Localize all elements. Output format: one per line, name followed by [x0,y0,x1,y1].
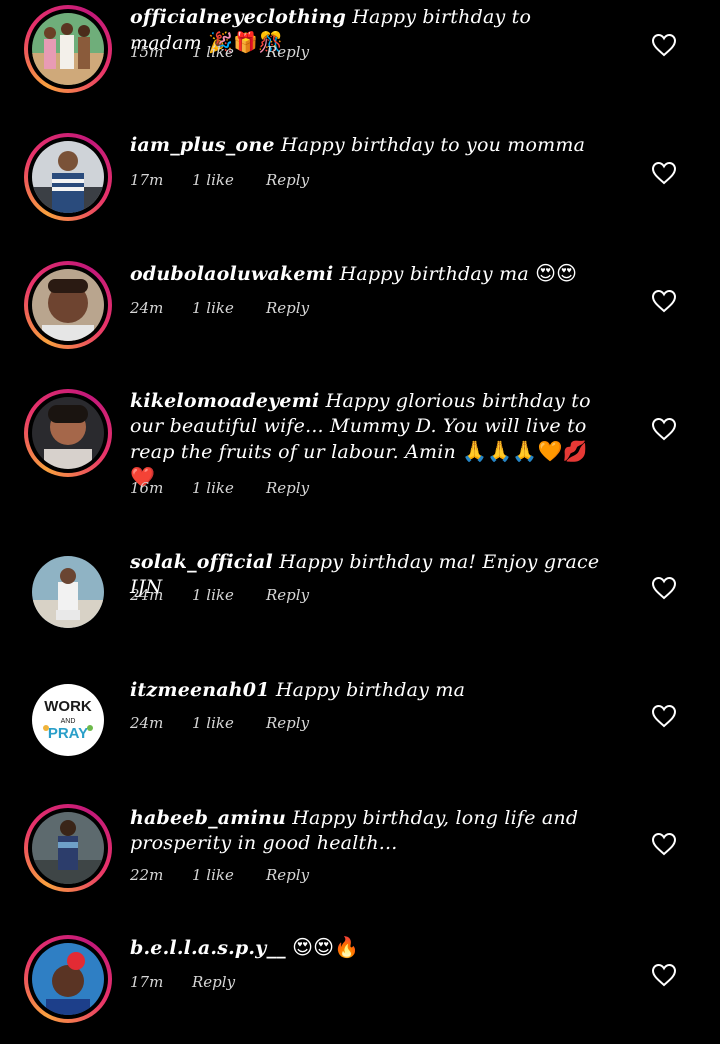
comment-text: habeeb_aminu Happy birthday, long life a… [130,806,608,856]
comment-time: 16m [130,479,164,497]
reply-button[interactable]: Reply [266,171,309,189]
avatar[interactable] [32,141,104,213]
comment-emoji: 😍😍 [535,261,578,285]
comment-username[interactable]: b.e.l.l.a.s.p.y__ [130,937,286,959]
comment-emoji: 😍😍🔥 [292,935,360,959]
comment-meta: 24m 1 like Reply [130,714,309,732]
avatar[interactable] [32,269,104,341]
reply-button[interactable]: Reply [266,586,309,604]
comment-text: iam_plus_one Happy birthday to you momma [130,133,608,158]
avatar-story-ring[interactable] [24,5,112,93]
reply-button[interactable]: Reply [266,299,309,317]
avatar-logo-text: PRAY [48,725,88,742]
comment-likes[interactable]: 1 like [192,171,266,189]
avatar-container[interactable]: WORK AND PRAY [24,676,112,764]
reply-button[interactable]: Reply [266,479,309,497]
comment-time: 24m [130,299,164,317]
comment-time: 17m [130,171,164,189]
heart-outline-icon[interactable] [651,289,677,313]
heart-outline-icon[interactable] [651,161,677,185]
avatar-story-ring[interactable] [24,804,112,892]
comment-meta: 17m Reply [130,973,235,991]
comment-time: 24m [130,714,164,732]
comment-meta: 17m 1 like Reply [130,171,309,189]
comment-meta: 22m 1 like Reply [130,866,309,884]
avatar[interactable]: WORK AND PRAY [32,684,104,756]
avatar[interactable] [32,397,104,469]
comment-likes[interactable]: 1 like [192,866,266,884]
comment-time: 24m [130,586,164,604]
avatar-container[interactable] [24,548,112,636]
avatar[interactable] [32,13,104,85]
comment-username[interactable]: kikelomoadeyemi [130,390,319,412]
comment-username[interactable]: solak_official [130,551,273,573]
avatar[interactable] [32,556,104,628]
heart-outline-icon[interactable] [651,417,677,441]
comment-text: kikelomoadeyemi Happy glorious birthday … [130,389,608,491]
comment-time: 17m [130,973,164,991]
comment-username[interactable]: odubolaoluwakemi [130,263,333,285]
heart-outline-icon[interactable] [651,704,677,728]
avatar[interactable] [32,943,104,1015]
avatar-story-ring[interactable] [24,133,112,221]
comment-username[interactable]: officialneyeclothing [130,6,346,28]
reply-button[interactable]: Reply [266,43,309,61]
comment-meta: 24m 1 like Reply [130,586,309,604]
comment-body: Happy birthday ma [269,679,466,701]
comment-text: odubolaoluwakemi Happy birthday ma 😍😍 [130,261,608,287]
avatar-logo-text: WORK [44,698,92,715]
heart-outline-icon[interactable] [651,963,677,987]
comment-time: 22m [130,866,164,884]
reply-button[interactable]: Reply [266,714,309,732]
comment-username[interactable]: iam_plus_one [130,134,275,156]
heart-outline-icon[interactable] [651,33,677,57]
comment-username[interactable]: itzmeenah01 [130,679,270,701]
avatar-story-ring[interactable] [24,389,112,477]
comment-likes[interactable]: 1 like [192,479,266,497]
comment-body: Happy birthday ma [333,263,536,285]
avatar-logo-text: AND [61,718,76,725]
comment-likes[interactable]: 1 like [192,299,266,317]
avatar[interactable] [32,812,104,884]
avatar-story-ring[interactable] [24,261,112,349]
comment-body: Happy birthday to you momma [274,134,586,156]
comment-meta: 15m 1 like Reply [130,43,309,61]
comment-likes[interactable]: 1 like [192,43,266,61]
heart-outline-icon[interactable] [651,832,677,856]
heart-outline-icon[interactable] [651,576,677,600]
comment-username[interactable]: habeeb_aminu [130,807,286,829]
reply-button[interactable]: Reply [266,866,309,884]
comment-likes[interactable]: 1 like [192,714,266,732]
comment-text: b.e.l.l.a.s.p.y__ 😍😍🔥 [130,935,608,961]
comment-text: itzmeenah01 Happy birthday ma [130,678,608,703]
comment-likes[interactable]: 1 like [192,586,266,604]
comment-time: 15m [130,43,164,61]
avatar-story-ring[interactable] [24,935,112,1023]
comment-meta: 24m 1 like Reply [130,299,309,317]
reply-button[interactable]: Reply [192,973,235,991]
comment-meta: 16m 1 like Reply [130,479,309,497]
